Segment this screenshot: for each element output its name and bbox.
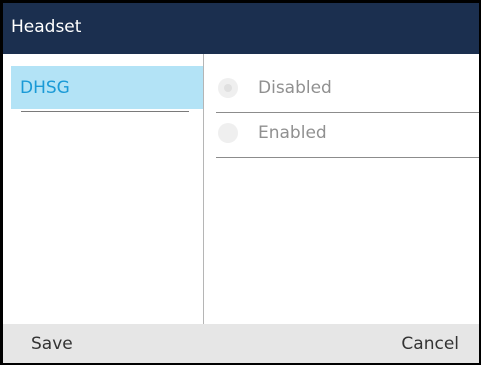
- menu-item-divider: [21, 111, 189, 112]
- softkey-bar: Save Cancel: [3, 324, 479, 363]
- radio-option-disabled[interactable]: Disabled: [216, 68, 479, 113]
- radio-button-selected-icon[interactable]: [218, 78, 238, 98]
- row-divider: [216, 157, 479, 158]
- title-bar: Headset: [3, 3, 479, 54]
- options-pane: Disabled Enabled: [204, 54, 479, 324]
- phone-screen: Headset DHSG Disabled Enabled Save Cance…: [3, 3, 479, 363]
- radio-option-enabled[interactable]: Enabled: [216, 113, 479, 158]
- left-menu: DHSG: [3, 54, 203, 324]
- radio-label-disabled: Disabled: [258, 78, 332, 98]
- save-button[interactable]: Save: [25, 331, 79, 357]
- radio-label-enabled: Enabled: [258, 123, 327, 143]
- cancel-button[interactable]: Cancel: [395, 331, 465, 357]
- menu-item-dhsg[interactable]: DHSG: [11, 66, 203, 109]
- screen-title: Headset: [11, 17, 82, 37]
- radio-button-icon[interactable]: [218, 123, 238, 143]
- radio-dot-icon: [224, 84, 232, 92]
- menu-item-label: DHSG: [20, 78, 70, 98]
